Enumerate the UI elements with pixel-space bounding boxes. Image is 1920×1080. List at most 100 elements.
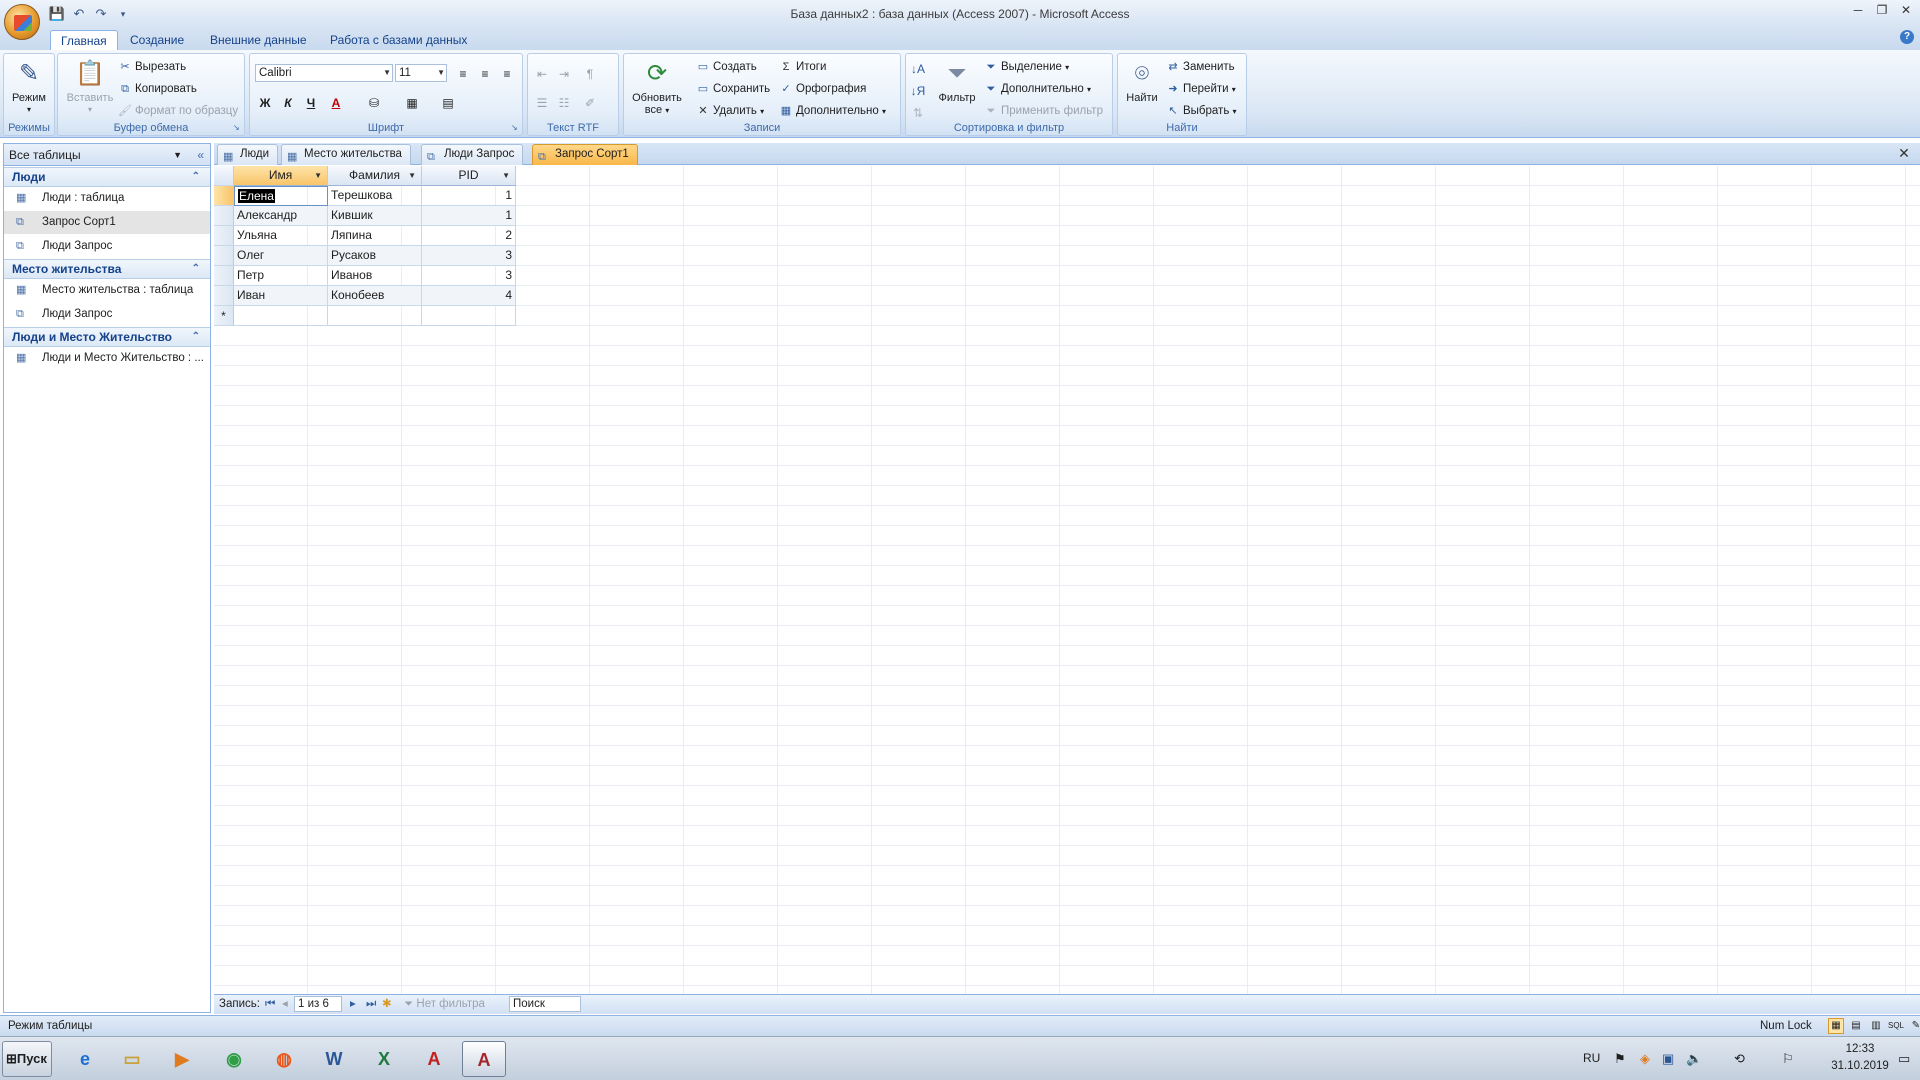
- alternate-fill-button[interactable]: ▤: [438, 92, 458, 112]
- pivot-chart-view-icon[interactable]: ▥: [1868, 1018, 1884, 1034]
- row-selector[interactable]: [214, 206, 234, 226]
- tab-home[interactable]: Главная: [50, 30, 118, 50]
- table-cell[interactable]: 1: [422, 186, 516, 206]
- table-cell[interactable]: Конобеев: [328, 286, 422, 306]
- excel-icon[interactable]: X: [362, 1041, 406, 1077]
- redo-icon[interactable]: ↷: [92, 5, 110, 23]
- increase-indent-button[interactable]: ⇥: [554, 63, 574, 83]
- totals-button[interactable]: Σ Итоги: [779, 58, 827, 76]
- save-record-button[interactable]: ▭ Сохранить: [696, 80, 770, 98]
- nav-item-residence-table[interactable]: ▦ Место жительства : таблица: [4, 279, 210, 302]
- font-launcher-icon[interactable]: ↘: [511, 124, 519, 132]
- clear-sort-button[interactable]: ⇅: [908, 102, 928, 122]
- record-position-input[interactable]: 1 из 6: [294, 996, 342, 1012]
- new-row-cell[interactable]: [328, 306, 422, 326]
- paragraph-direction-button[interactable]: ¶: [580, 63, 600, 83]
- table-cell[interactable]: Иванов: [328, 266, 422, 286]
- firefox-icon[interactable]: ◍: [262, 1041, 306, 1077]
- table-cell[interactable]: 3: [422, 266, 516, 286]
- close-document-icon[interactable]: ✕: [1896, 144, 1912, 162]
- row-selector[interactable]: [214, 286, 234, 306]
- goto-button[interactable]: ➜ Перейти ▾: [1166, 80, 1235, 98]
- advanced-filter-button[interactable]: ⏷ Дополнительно ▾: [984, 80, 1091, 98]
- column-header-surname[interactable]: Фамилия ▼: [328, 166, 422, 186]
- sort-descending-button[interactable]: ↓Я: [908, 80, 928, 100]
- next-record-icon[interactable]: ▸: [350, 995, 356, 1013]
- previous-record-icon[interactable]: ◂: [282, 995, 288, 1013]
- action-center-flag-icon[interactable]: ⚐: [1782, 1051, 1794, 1067]
- format-painter-button[interactable]: 🖌 Формат по образцу: [118, 102, 238, 120]
- table-cell[interactable]: Ляпина: [328, 226, 422, 246]
- tab-external-data[interactable]: Внешние данные: [200, 30, 317, 50]
- column-header-pid[interactable]: PID ▼: [422, 166, 516, 186]
- row-selector[interactable]: [214, 186, 234, 206]
- new-row-selector[interactable]: *: [214, 306, 234, 326]
- doc-tab-people[interactable]: ▦ Люди: [217, 144, 279, 165]
- table-cell[interactable]: Петр: [234, 266, 328, 286]
- table-cell[interactable]: Ульяна: [234, 226, 328, 246]
- word-icon[interactable]: W: [312, 1041, 356, 1077]
- table-cell[interactable]: Иван: [234, 286, 328, 306]
- chevron-down-icon[interactable]: ▼: [502, 166, 510, 185]
- access-icon[interactable]: A: [462, 1041, 506, 1077]
- replace-button[interactable]: ⇄ Заменить: [1166, 58, 1234, 76]
- file-explorer-icon[interactable]: ▭: [110, 1041, 154, 1077]
- undo-icon[interactable]: ↶: [70, 5, 88, 23]
- align-right-button[interactable]: ≡: [497, 63, 517, 83]
- table-cell[interactable]: Олег: [234, 246, 328, 266]
- media-player-icon[interactable]: ▶: [160, 1041, 204, 1077]
- first-record-icon[interactable]: ⏮: [265, 995, 275, 1013]
- nav-group-people-residence[interactable]: Люди и Место Жительство ⌃: [4, 327, 210, 347]
- chevron-down-icon[interactable]: ▼: [314, 166, 322, 185]
- collapse-pane-icon[interactable]: «: [197, 144, 204, 166]
- design-view-icon[interactable]: ✎: [1908, 1018, 1920, 1034]
- paste-button[interactable]: 📋 Вставить ▾: [62, 58, 118, 116]
- datasheet-view-icon[interactable]: ▦: [1828, 1018, 1844, 1034]
- tray-app-icon[interactable]: ◈: [1640, 1051, 1650, 1067]
- delete-record-button[interactable]: ✕ Удалить ▾: [696, 102, 764, 120]
- more-records-button[interactable]: ▦ Дополнительно ▾: [779, 102, 886, 120]
- select-all-corner[interactable]: [214, 166, 234, 186]
- numbering-button[interactable]: ☰: [532, 92, 552, 112]
- table-cell[interactable]: 4: [422, 286, 516, 306]
- clipboard-launcher-icon[interactable]: ↘: [233, 124, 241, 132]
- underline-button[interactable]: Ч: [301, 92, 321, 112]
- office-button[interactable]: [4, 4, 40, 40]
- fill-color-button[interactable]: ⛁: [364, 92, 384, 112]
- table-cell[interactable]: Терешкова: [328, 186, 422, 206]
- decrease-indent-button[interactable]: ⇤: [532, 63, 552, 83]
- doc-tab-sort-query[interactable]: ⧉ Запрос Сорт1: [532, 144, 638, 165]
- minimize-button[interactable]: ─: [1850, 2, 1866, 18]
- chrome-icon[interactable]: ◉: [212, 1041, 256, 1077]
- no-filter-button[interactable]: ⏷ Нет фильтра: [404, 995, 485, 1013]
- nav-item-people-query[interactable]: ⧉ Люди Запрос: [4, 235, 210, 258]
- doc-tab-residence[interactable]: ▦ Место жительства: [281, 144, 411, 165]
- language-indicator[interactable]: RU: [1583, 1051, 1600, 1065]
- copy-button[interactable]: ⧉ Копировать: [118, 80, 197, 98]
- bullets-button[interactable]: ☷: [554, 92, 574, 112]
- row-selector[interactable]: [214, 226, 234, 246]
- help-icon[interactable]: ?: [1900, 30, 1914, 44]
- align-left-button[interactable]: ≡: [453, 63, 473, 83]
- volume-icon[interactable]: 🔈: [1686, 1051, 1702, 1067]
- table-cell[interactable]: 1: [422, 206, 516, 226]
- nav-group-residence[interactable]: Место жительства ⌃: [4, 259, 210, 279]
- nav-item-residence-query[interactable]: ⧉ Люди Запрос: [4, 303, 210, 326]
- table-cell[interactable]: Елена: [234, 186, 328, 206]
- start-button[interactable]: ⊞Пуск: [2, 1041, 52, 1077]
- spelling-button[interactable]: ✓ Орфография: [779, 80, 866, 98]
- column-header-name[interactable]: Имя ▼: [234, 166, 328, 186]
- sql-view-icon[interactable]: SQL: [1888, 1018, 1904, 1034]
- maximize-button[interactable]: ❐: [1874, 2, 1890, 18]
- gridlines-button[interactable]: ▦: [402, 92, 422, 112]
- notifications-icon[interactable]: ▭: [1898, 1051, 1910, 1067]
- font-size-combo[interactable]: 11 ▼: [395, 64, 447, 82]
- clock[interactable]: 12:33 31.10.2019: [1830, 1041, 1890, 1075]
- internet-explorer-icon[interactable]: e: [63, 1041, 107, 1077]
- table-cell[interactable]: 3: [422, 246, 516, 266]
- nav-group-people[interactable]: Люди ⌃: [4, 167, 210, 187]
- nav-item-people-table[interactable]: ▦ Люди : таблица: [4, 187, 210, 210]
- tab-create[interactable]: Создание: [120, 30, 194, 50]
- new-row-cell[interactable]: [422, 306, 516, 326]
- font-name-combo[interactable]: Calibri ▼: [255, 64, 393, 82]
